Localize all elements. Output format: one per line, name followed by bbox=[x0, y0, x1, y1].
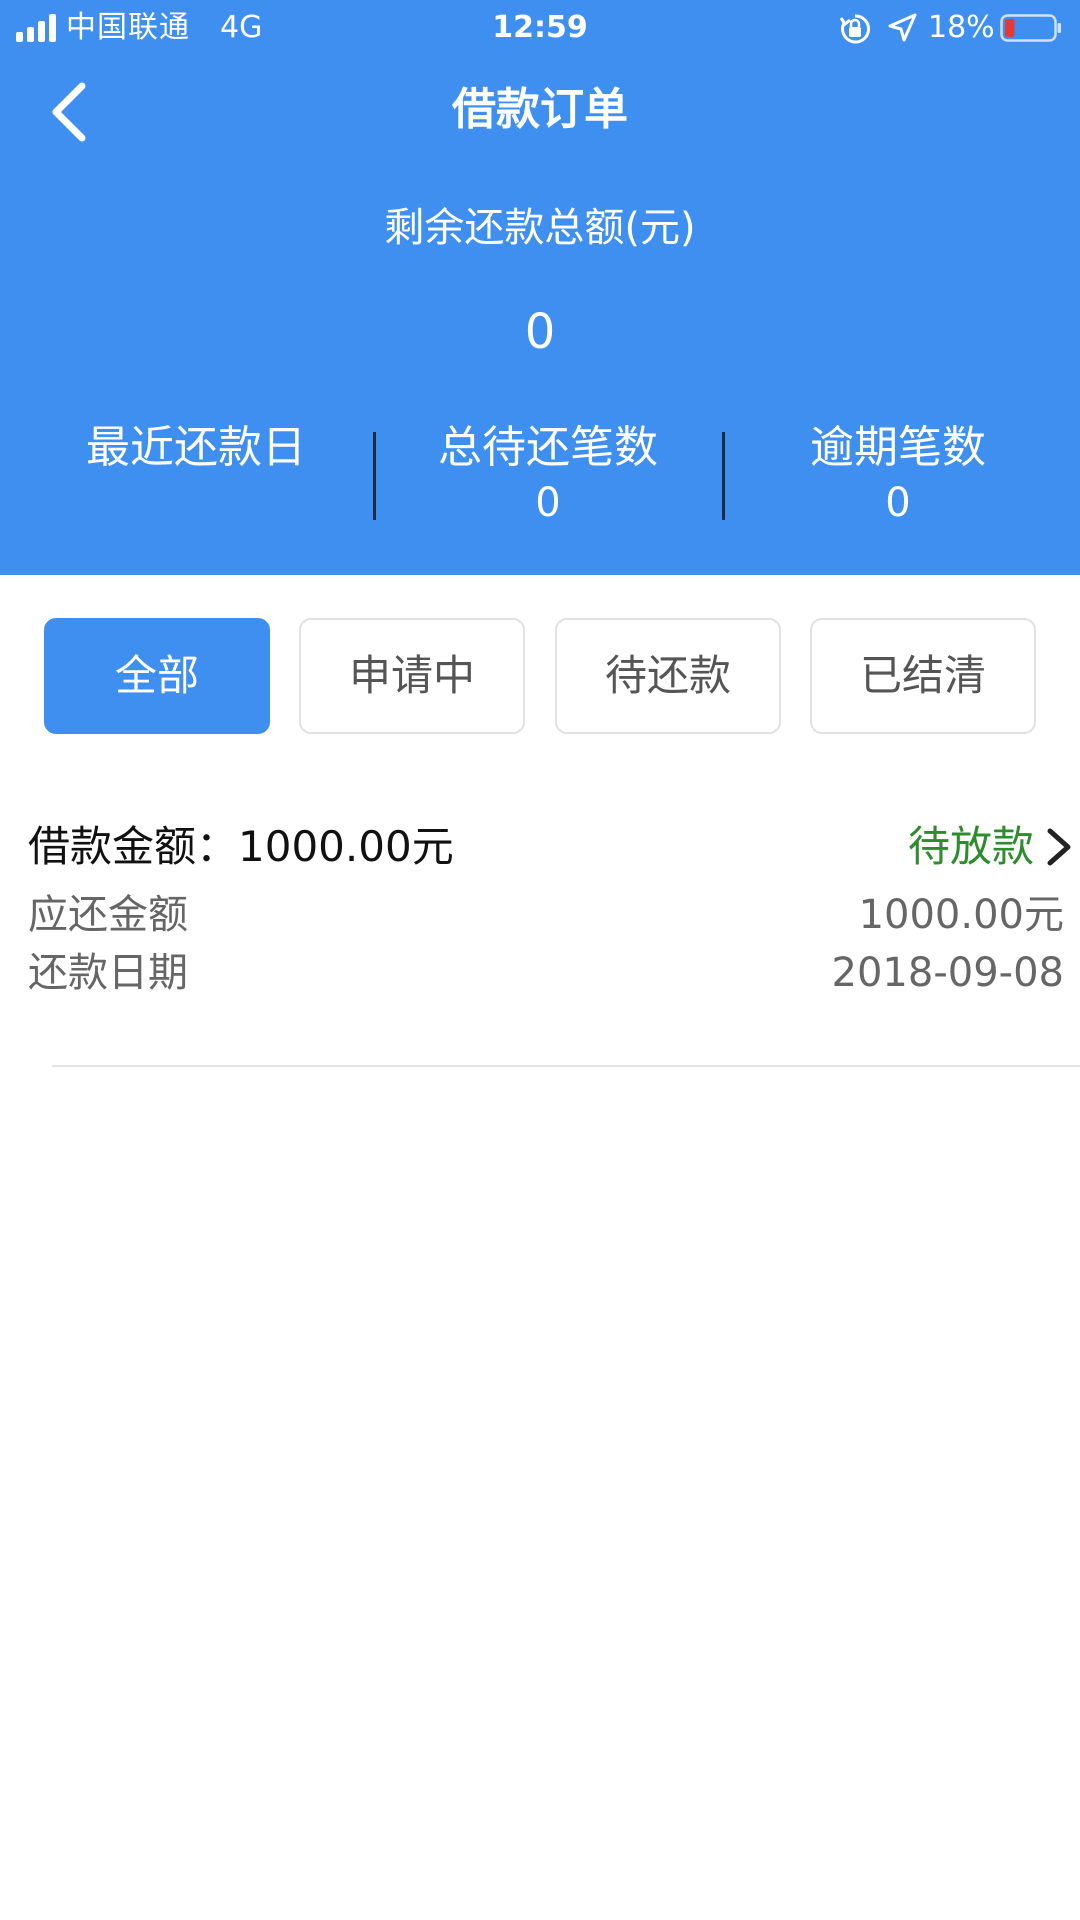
stat-label: 最近还款日 bbox=[86, 422, 306, 473]
header: 中国联通 4G 12:59 18% 借款订单 剩余还款总额(元) 0 最近还款日 bbox=[0, 0, 1080, 575]
filter-tabs: 全部 申请中 待还款 已结清 bbox=[0, 618, 1080, 734]
battery-icon bbox=[1000, 14, 1061, 42]
tab-pending-repayment[interactable]: 待还款 bbox=[555, 618, 781, 734]
rotation-lock-icon bbox=[839, 14, 871, 44]
page-title: 借款订单 bbox=[452, 84, 628, 135]
loan-amount-label: 借款金额： bbox=[28, 822, 239, 871]
stat-label: 逾期笔数 bbox=[810, 422, 986, 473]
repayment-date-value: 2018-09-08 bbox=[831, 950, 1064, 996]
clock: 12:59 bbox=[492, 10, 588, 45]
loan-amount: 借款金额：1000.00元 bbox=[28, 815, 454, 879]
order-divider bbox=[52, 1065, 1080, 1067]
order-status-badge: 待放款 bbox=[907, 822, 1034, 871]
tab-applying[interactable]: 申请中 bbox=[299, 618, 525, 734]
stat-divider bbox=[722, 432, 725, 520]
stat-next-due-date: 最近还款日 bbox=[26, 418, 366, 478]
loan-order-item[interactable]: 借款金额：1000.00元 待放款 应还金额 1000.00元 还款日期 201… bbox=[0, 815, 1080, 1067]
loan-stats: 最近还款日 总待还笔数 0 逾期笔数 0 bbox=[0, 418, 1080, 528]
stat-divider bbox=[373, 432, 376, 520]
tab-settled[interactable]: 已结清 bbox=[810, 618, 1036, 734]
tab-all[interactable]: 全部 bbox=[44, 618, 270, 734]
stat-overdue-count: 逾期笔数 0 bbox=[728, 418, 1068, 528]
stat-value: 0 bbox=[535, 480, 561, 526]
stat-pending-count: 总待还笔数 0 bbox=[378, 418, 718, 528]
status-bar: 中国联通 4G 12:59 18% bbox=[0, 0, 1080, 56]
location-arrow-icon bbox=[888, 13, 917, 42]
due-amount-value: 1000.00元 bbox=[858, 892, 1064, 938]
repayment-date-label: 还款日期 bbox=[28, 950, 188, 996]
remaining-total-label: 剩余还款总额(元) bbox=[384, 205, 696, 251]
due-amount-label: 应还金额 bbox=[28, 892, 188, 938]
loan-amount-value: 1000.00元 bbox=[238, 822, 454, 871]
stat-label: 总待还笔数 bbox=[438, 422, 658, 473]
chevron-right-icon bbox=[1047, 828, 1071, 866]
stat-value: 0 bbox=[885, 480, 911, 526]
battery-percentage: 18% bbox=[928, 10, 995, 45]
remaining-total-value: 0 bbox=[524, 304, 556, 360]
